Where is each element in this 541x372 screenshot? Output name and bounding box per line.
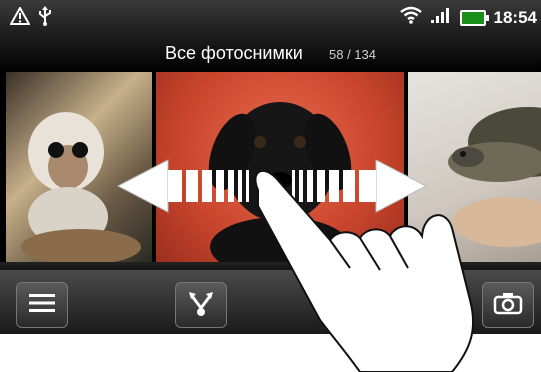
share-icon: [186, 288, 216, 323]
status-right-icons: 18:54: [399, 6, 537, 29]
menu-icon: [27, 292, 57, 319]
status-bar: 18:54: [0, 0, 541, 36]
warning-icon: [9, 5, 31, 30]
photo-thumbnail-monkey[interactable]: [6, 72, 152, 262]
camera-icon: [493, 291, 523, 320]
share-button[interactable]: [175, 282, 227, 328]
usb-icon: [38, 6, 52, 31]
album-header: Все фотоснимки 58 / 134: [0, 36, 541, 72]
phone-screen: 18:54 Все фотоснимки 58 / 134: [0, 0, 541, 334]
photo-thumbnail-turtle[interactable]: [408, 72, 541, 262]
monkey-illustration: [21, 112, 141, 262]
status-left-icons: [9, 5, 52, 31]
turtle-illustration: [448, 107, 541, 247]
camera-button[interactable]: [482, 282, 534, 328]
album-title: Все фотоснимки: [165, 43, 303, 63]
photo-current-puppy[interactable]: [156, 72, 404, 262]
menu-button[interactable]: [16, 282, 68, 328]
battery-icon: [459, 9, 489, 26]
puppy-illustration: [208, 102, 352, 262]
photo-counter: 58 / 134: [329, 47, 376, 62]
clock-time: 18:54: [493, 7, 537, 27]
wifi-icon: [399, 6, 422, 29]
bottom-toolbar: [0, 270, 541, 334]
photo-strip[interactable]: [0, 72, 541, 262]
signal-icon: [430, 6, 452, 29]
